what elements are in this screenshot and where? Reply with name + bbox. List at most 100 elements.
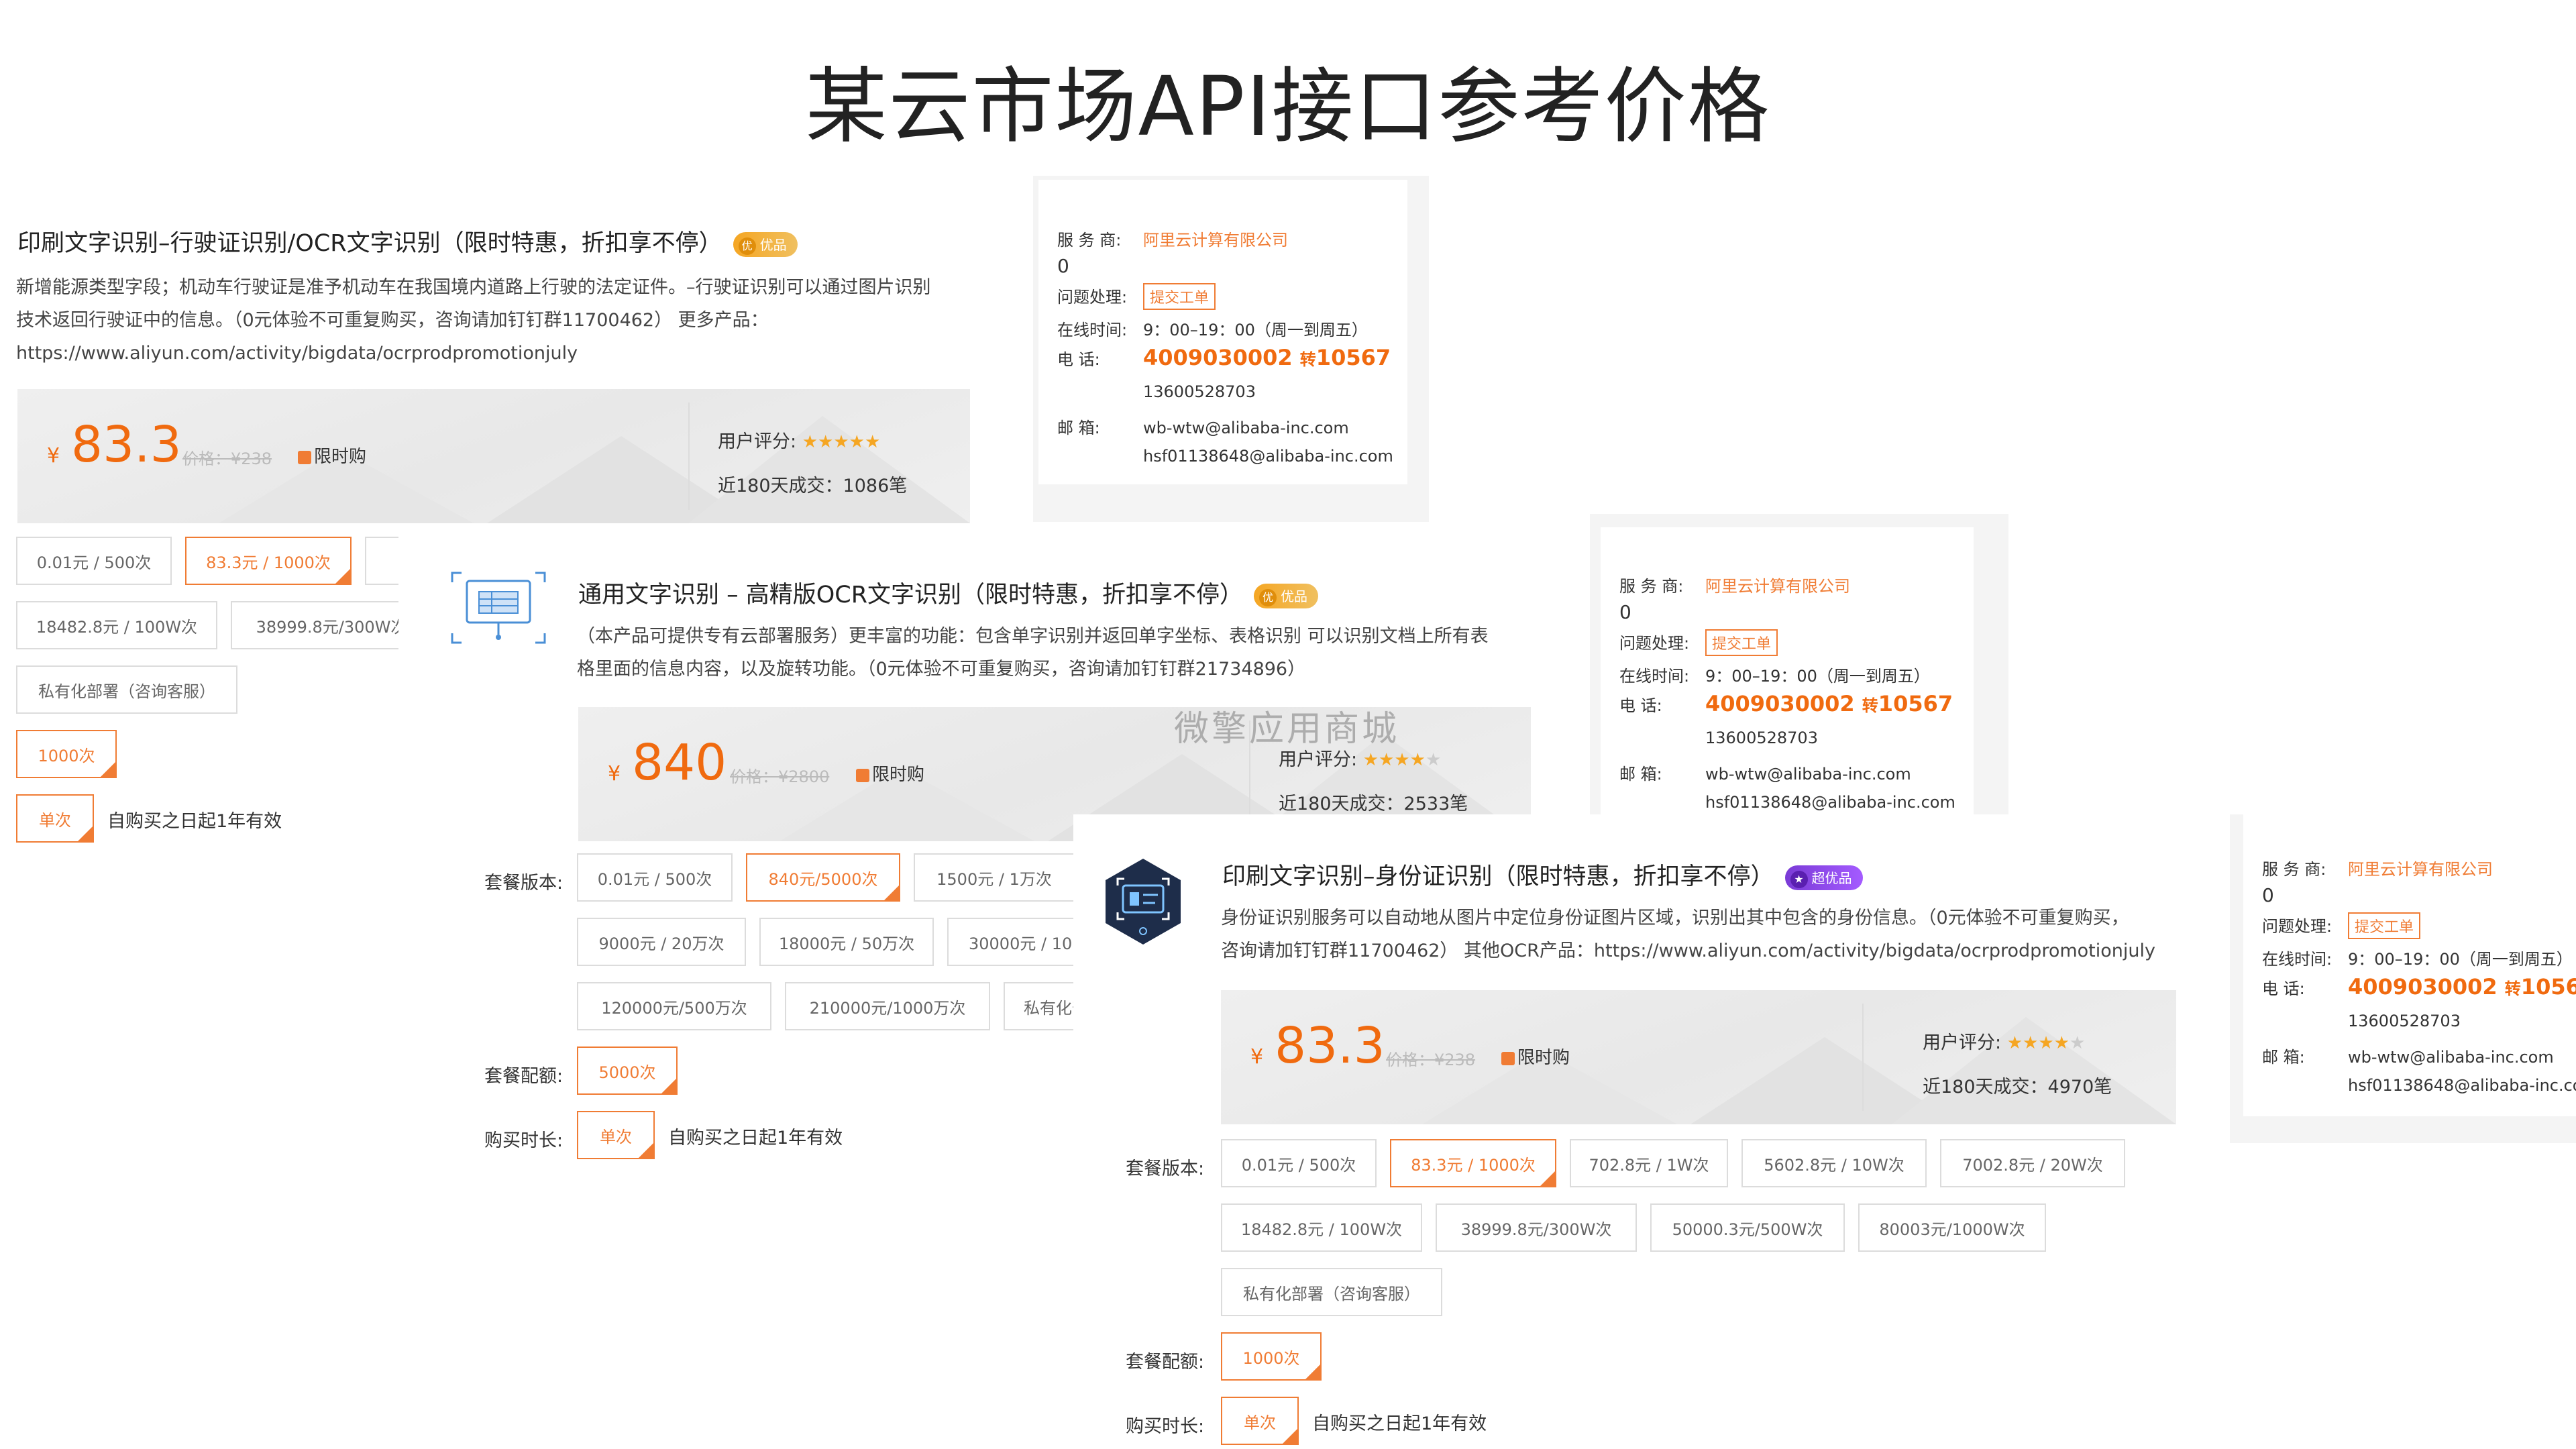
sales-count: 近180天成交：1086笔 [718,476,908,496]
vendor-provider: 服 务 商: 阿里云计算有限公司 [1619,573,1850,596]
vendor-link[interactable]: 阿里云计算有限公司 [1705,577,1850,596]
package-option[interactable]: 18000元 / 50万次 [759,918,934,966]
package-option[interactable]: 80003元/1000W次 [1858,1203,2046,1252]
desc-line: 技术返回行驶证中的信息。（0元体验不可重复购买，咨询请加钉钉群11700462）… [16,310,769,331]
package-label-partial: : [0,558,2,579]
rating-label: 用户评分: [1279,749,1358,770]
vendor-email-2[interactable]: hsf01138648@alibaba-inc.com [2348,1076,2576,1095]
validity-text: 自购买之日起1年有效 [668,1128,843,1148]
phone-number: 4009030002 转10567 [2348,974,2576,1000]
submit-ticket-button[interactable]: 提交工单 [1705,629,1778,656]
package-option[interactable]: 18482.8元 / 100W次 [16,601,217,649]
vendor-panel-3: 服 务 商: 阿里云计算有限公司 0 问题处理: 提交工单 在线时间: 9：00–19… [2230,814,2576,1143]
badge-text: 超优品 [1811,869,1852,886]
email-link[interactable]: wb-wtw@alibaba-inc.com [1143,419,1349,437]
vendor-hours: 在线时间: 9：00–19：00（周一到周五） [1619,663,1930,686]
original-price: 价格：¥238 [182,449,272,468]
package-option[interactable]: 120000元/500万次 [577,982,771,1030]
vendor-hours: 在线时间: 9：00–19：00（周一到周五） [2262,946,2573,969]
product-title-text: 印刷文字识别–行驶证识别/OCR文字识别（限时特惠，折扣享不停） [17,230,722,257]
submit-ticket-button[interactable]: 提交工单 [1143,283,1216,310]
package-option[interactable]: 私有化部署（咨询客服） [16,665,237,714]
price-value: 83.3 [71,416,182,474]
id-card-scan-icon [1097,856,1189,947]
badge-text: 优品 [759,236,787,253]
badge-premium: 优优品 [1254,583,1319,608]
rating-stars-icon: ★★★★★ [802,432,881,452]
phone-ext-prefix: 转 [1299,350,1316,369]
original-price: 价格：¥2800 [730,767,830,786]
vendor-panel-1: 服 务 商: 阿里云计算有限公司 0 问题处理: 提交工单 在线时间: 9：00–19… [1033,176,1429,522]
package-option[interactable]: 38999.8元/300W次 [1436,1203,1637,1252]
package-option[interactable]: 50000.3元/500W次 [1650,1203,1845,1252]
limited-label: 限时购 [314,447,367,467]
vendor-key: 服 务 商: [1619,577,1684,596]
quota-option-selected[interactable]: 1000次 [1221,1332,1322,1381]
duration-option-selected[interactable]: 单次 [16,794,94,843]
star-badge-icon: ★ [1790,870,1808,888]
package-option[interactable]: 7002.8元 / 20W次 [1940,1139,2125,1187]
vendor-phone: 电 话: 4009030002 转10567 [1619,691,1953,716]
rating-label: 用户评分: [1923,1032,2002,1053]
quota-label-partial: : [0,751,2,772]
product-title[interactable]: 印刷文字识别–身份证识别（限时特惠，折扣享不停） ★ 超优品 [1222,857,1863,892]
sales-count: 近180天成交：4970笔 [1923,1077,2112,1097]
package-option[interactable]: 0.01元 / 500次 [1221,1139,1377,1187]
phone-main: 4009030002 [1143,345,1293,370]
vendor-card: 服 务 商: 阿里云计算有限公司 0 问题处理: 提交工单 在线时间: 9：00–19… [1601,527,1974,816]
limited-offer-tag: 限时购 [1501,1044,1570,1069]
duration-option-selected[interactable]: 单次 [1221,1397,1299,1445]
desc-line: 格里面的信息内容，以及旋转功能。（0元体验不可重复购买，咨询请加钉钉群21734… [577,659,1306,680]
desc-line[interactable]: 咨询请加钉钉群11700462） 其他OCR产品：https://www.ali… [1221,934,2227,967]
duration-option-selected[interactable]: 单次 [577,1111,655,1159]
package-option[interactable]: 私有化部 [1004,982,1075,1030]
divider [688,402,690,510]
phone-ext: 10567 [1878,691,1953,716]
email-link[interactable]: wb-wtw@alibaba-inc.com [1705,765,1911,784]
quota-option-selected[interactable]: 1000次 [16,730,117,778]
vendor-value: 9：00–19：00（周一到周五） [2348,950,2573,969]
package-option[interactable]: 0.01元 / 500次 [16,537,172,585]
package-option[interactable]: 私有化部署（咨询客服） [1221,1268,1442,1316]
vendor-key: 电 话: [1057,350,1100,369]
product-description: 新增能源类型字段；机动车行驶证是准予机动车在我国境内道路上行驶的法定证件。–行驶… [16,271,1022,370]
package-option[interactable]: 5602.8元 / 10W次 [1741,1139,1927,1187]
vendor-key: 服 务 商: [2262,860,2326,879]
email-link[interactable]: wb-wtw@alibaba-inc.com [2348,1048,2554,1067]
vendor-key: 邮 箱: [1619,765,1662,784]
product-description: 身份证识别服务可以自动地从图片中定位身份证图片区域，识别出其中包含的身份信息。（… [1221,902,2227,967]
vendor-link[interactable]: 阿里云计算有限公司 [2348,860,2493,879]
package-option[interactable]: 9000元 / 20万次 [577,918,746,966]
document-screen-icon [449,570,547,645]
price-value: 840 [632,734,727,792]
phone-ext-prefix: 转 [2504,979,2521,998]
package-option[interactable]: 0.01元 / 500次 [577,853,733,902]
vendor-email-2[interactable]: hsf01138648@alibaba-inc.com [1143,447,1393,466]
badge-premium: 优优品 [733,231,798,257]
package-option-selected[interactable]: 83.3元 / 1000次 [185,537,352,585]
package-option[interactable]: 1500元 / 1万次 [914,853,1075,902]
quota-label: 套餐配额: [1126,1352,1205,1373]
vendor-email-2[interactable]: hsf01138648@alibaba-inc.com [1705,793,1955,812]
vendor-zero: 0 [1057,255,1069,277]
phone-main: 4009030002 [1705,691,1855,716]
package-option[interactable]: 18482.8元 / 100W次 [1221,1203,1422,1252]
package-option-selected[interactable]: 83.3元 / 1000次 [1390,1139,1556,1187]
package-option-selected[interactable]: 840元/5000次 [746,853,900,902]
submit-ticket-button[interactable]: 提交工单 [2348,912,2421,939]
product-title[interactable]: 印刷文字识别–行驶证识别/OCR文字识别（限时特惠，折扣享不停） 优优品 [17,224,798,258]
product-title[interactable]: 通用文字识别 – 高精版OCR文字识别（限时特惠，折扣享不停） 优优品 [578,576,1319,610]
quota-option-selected[interactable]: 5000次 [577,1046,678,1095]
vendor-key: 邮 箱: [2262,1048,2305,1067]
package-option[interactable]: 210000元/1000万次 [785,982,990,1030]
sales-count: 近180天成交：2533笔 [1279,794,1468,814]
package-option[interactable]: 702.8元 / 1W次 [1570,1139,1728,1187]
duration-label: 购买时长: [484,1130,564,1151]
vendor-panel-2: 服 务 商: 阿里云计算有限公司 0 问题处理: 提交工单 在线时间: 9：00–19… [1590,514,2008,816]
vendor-phone-alt: 13600528703 [2348,1012,2461,1030]
vendor-link[interactable]: 阿里云计算有限公司 [1143,231,1288,250]
package-label: 套餐版本: [484,873,564,894]
limited-label: 限时购 [872,765,925,785]
package-option[interactable]: 30000元 / 10 [947,918,1075,966]
desc-line[interactable]: https://www.aliyun.com/activity/bigdata/… [16,337,1022,370]
